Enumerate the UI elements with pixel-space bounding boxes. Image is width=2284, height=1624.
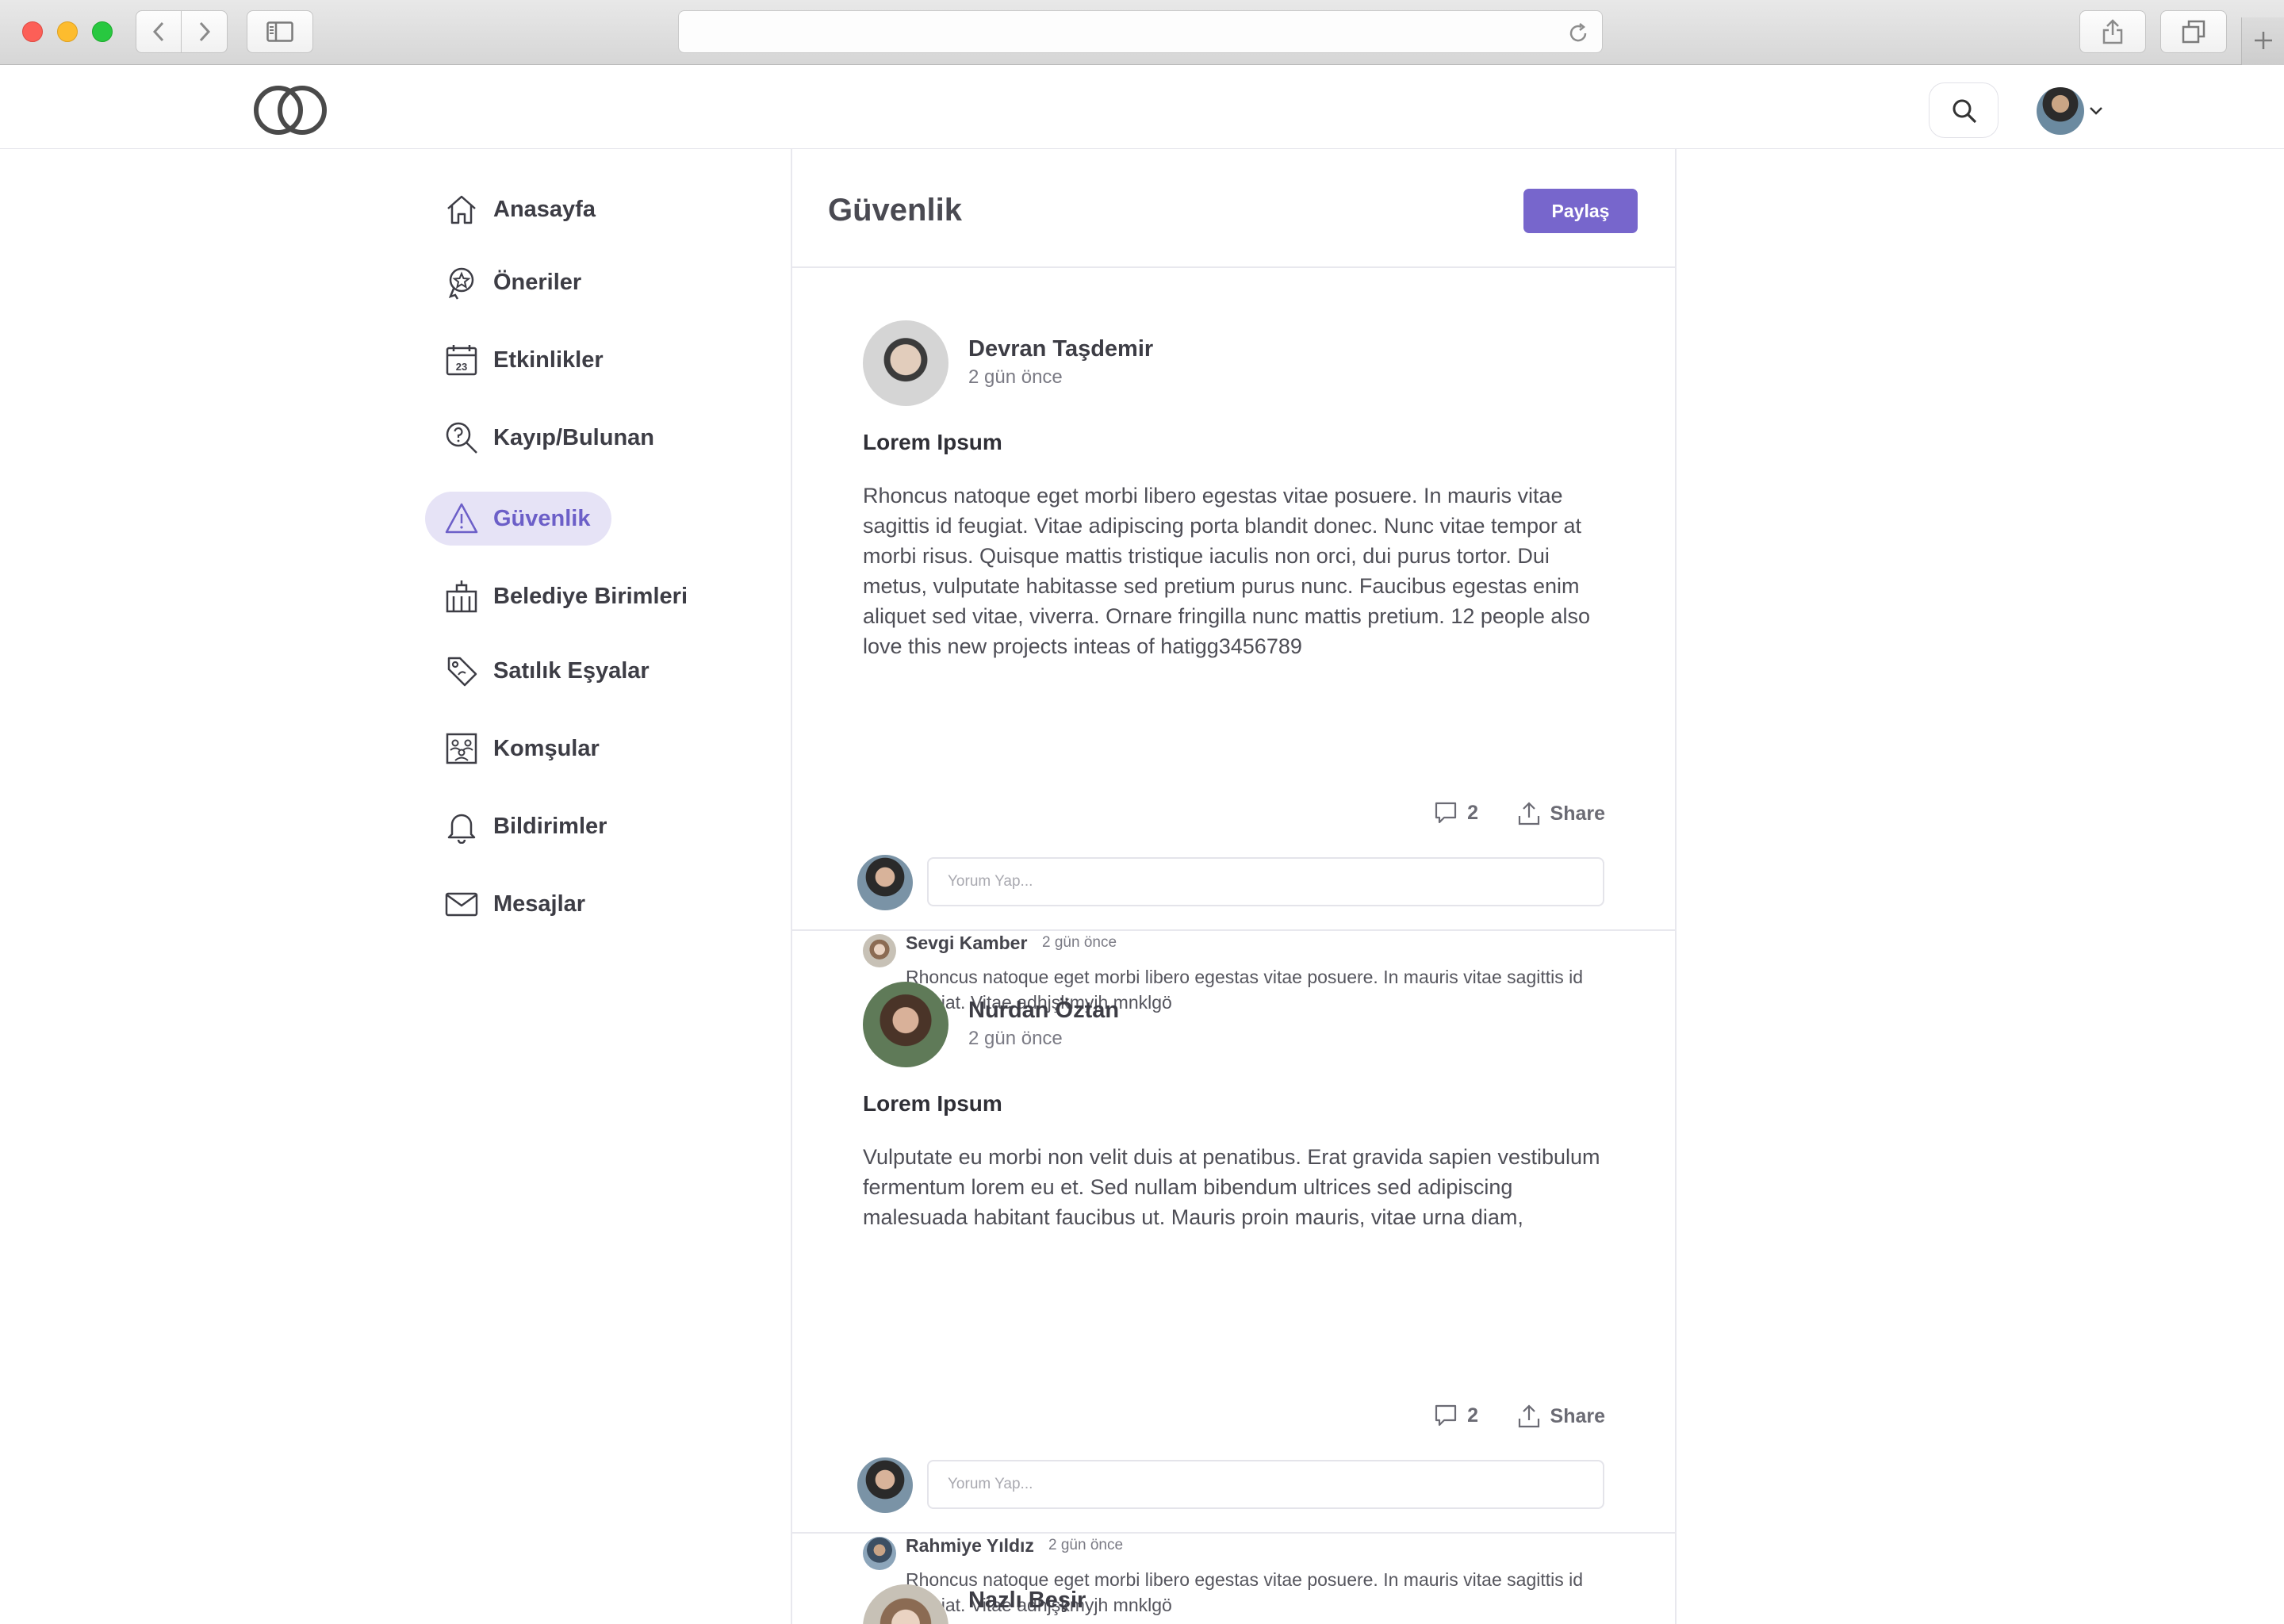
- post-author[interactable]: Nazlı Beşir: [968, 1588, 1086, 1614]
- post-author[interactable]: Nurdan Öztan: [968, 998, 1119, 1024]
- sidebar-item-mesajlar[interactable]: Mesajlar: [425, 877, 606, 931]
- sidebar-item-label: Güvenlik: [493, 505, 591, 531]
- avatar[interactable]: [863, 982, 948, 1067]
- comment-input[interactable]: [927, 857, 1604, 906]
- sidebar-item-label: Komşular: [493, 735, 600, 761]
- sidebar-nav: Anasayfa Öneriler 23 Etkinlikler Kayıp/B…: [425, 182, 790, 955]
- post-author[interactable]: Devran Taşdemir: [968, 336, 1153, 362]
- sidebar-item-bildirimler[interactable]: Bildirimler: [425, 799, 627, 853]
- chevron-down-icon[interactable]: [2089, 106, 2103, 116]
- show-tabs-button[interactable]: [2160, 10, 2227, 53]
- browser-share-button[interactable]: [2079, 10, 2146, 53]
- sidebar-item-guvenlik[interactable]: Güvenlik: [425, 492, 611, 546]
- avatar[interactable]: [863, 320, 948, 406]
- post-share-button[interactable]: Share: [1517, 801, 1605, 826]
- share-button[interactable]: Paylaş: [1523, 189, 1638, 233]
- close-window-button[interactable]: [22, 21, 43, 42]
- browser-toolbar: [0, 0, 2284, 65]
- sidebar-item-label: Bildirimler: [493, 813, 607, 839]
- sidebar-item-label: Mesajlar: [493, 891, 586, 917]
- lost-found-icon: [446, 422, 477, 454]
- comments-button[interactable]: 2: [1434, 801, 1478, 825]
- post-card: Nurdan Öztan 2 gün önce Lorem Ipsum Vulp…: [792, 931, 1675, 1615]
- post-share-button[interactable]: Share: [1517, 1404, 1605, 1429]
- search-icon: [1953, 99, 1977, 124]
- warning-icon: [445, 503, 478, 534]
- sidebar-item-belediye-birimleri[interactable]: Belediye Birimleri: [425, 569, 708, 623]
- sidebar-item-oneriler[interactable]: Öneriler: [425, 255, 602, 309]
- share-icon: [2102, 19, 2123, 44]
- sidebar-icon: [266, 21, 293, 42]
- search-button[interactable]: [1929, 82, 1998, 138]
- avatar: [857, 855, 913, 910]
- share-label: Share: [1550, 802, 1605, 825]
- sidebar-item-label: Anasayfa: [493, 196, 596, 222]
- post-body: Vulputate eu morbi non velit duis at pen…: [863, 1145, 1600, 1229]
- municipality-icon: [446, 580, 477, 613]
- sidebar-item-anasayfa[interactable]: Anasayfa: [425, 182, 616, 236]
- comment-composer: [857, 855, 1606, 910]
- sidebar-item-label: Kayıp/Bulunan: [493, 424, 655, 450]
- tag-icon: [447, 657, 477, 687]
- neighbors-icon: [446, 733, 477, 764]
- sidebar-item-kayip-bulunan[interactable]: Kayıp/Bulunan: [425, 411, 675, 465]
- post-body: Rhoncus natoque eget morbi libero egesta…: [863, 484, 1590, 658]
- comments-count: 2: [1467, 1404, 1478, 1427]
- sidebar-item-label: Etkinlikler: [493, 347, 604, 373]
- recommend-icon: [448, 267, 474, 300]
- plus-icon: [2255, 32, 2272, 49]
- site-header: [0, 65, 2284, 149]
- sidebar-item-label: Belediye Birimleri: [493, 583, 688, 609]
- forward-button[interactable]: [182, 10, 228, 53]
- comments-count: 2: [1467, 801, 1478, 824]
- svg-text:23: 23: [456, 361, 467, 373]
- sidebar-item-label: Satılık Eşyalar: [493, 657, 650, 684]
- sidebar-item-komsular[interactable]: Komşular: [425, 722, 620, 776]
- avatar[interactable]: [2037, 87, 2084, 135]
- post-card: Devran Taşdemir 2 gün önce Lorem Ipsum R…: [792, 268, 1675, 1013]
- tabs-icon: [2182, 20, 2205, 44]
- home-icon: [447, 195, 476, 224]
- sidebar-toggle-button[interactable]: [247, 10, 313, 53]
- address-bar[interactable]: [678, 10, 1603, 53]
- minimize-window-button[interactable]: [57, 21, 78, 42]
- chevron-left-icon: [152, 21, 164, 42]
- post-card: Nazlı Beşir: [792, 1534, 1675, 1624]
- maximize-window-button[interactable]: [92, 21, 113, 42]
- new-tab-button[interactable]: [2241, 17, 2284, 65]
- post-title: Lorem Ipsum: [863, 1091, 1002, 1116]
- avatar: [857, 1457, 913, 1513]
- user-menu[interactable]: [2037, 87, 2108, 135]
- post-title: Lorem Ipsum: [863, 430, 1002, 454]
- page-header: Güvenlik Paylaş: [792, 149, 1675, 268]
- post-actions: 2 Share: [792, 801, 1605, 833]
- avatar[interactable]: [863, 1584, 948, 1624]
- bell-icon: [447, 814, 476, 844]
- mail-icon: [445, 892, 478, 917]
- sidebar-item-satilik-esyalar[interactable]: Satılık Eşyalar: [425, 644, 670, 698]
- feed: Güvenlik Paylaş Devran Taşdemir 2 gün ön…: [792, 149, 1675, 1624]
- reload-icon[interactable]: [1567, 22, 1589, 44]
- calendar-icon: 23: [446, 345, 477, 376]
- page-title: Güvenlik: [828, 193, 962, 228]
- comment-input[interactable]: [927, 1460, 1604, 1509]
- upload-share-icon: [1518, 1404, 1539, 1428]
- back-button[interactable]: [136, 10, 182, 53]
- sidebar-item-etkinlikler[interactable]: 23 Etkinlikler: [425, 333, 624, 387]
- post-timestamp: 2 gün önce: [968, 1028, 1063, 1049]
- post-timestamp: 2 gün önce: [968, 366, 1063, 388]
- content-divider-right: [1675, 149, 1677, 1624]
- chevron-right-icon: [199, 21, 210, 42]
- sidebar-item-label: Öneriler: [493, 269, 582, 295]
- share-label: Share: [1550, 1404, 1605, 1427]
- upload-share-icon: [1518, 802, 1539, 825]
- comment-icon: [1435, 1404, 1457, 1427]
- post-actions: 2 Share: [792, 1404, 1605, 1435]
- logo-rings-icon[interactable]: [252, 82, 328, 138]
- comment-icon: [1435, 802, 1457, 824]
- comment-composer: [857, 1457, 1606, 1513]
- comments-button[interactable]: 2: [1434, 1404, 1478, 1427]
